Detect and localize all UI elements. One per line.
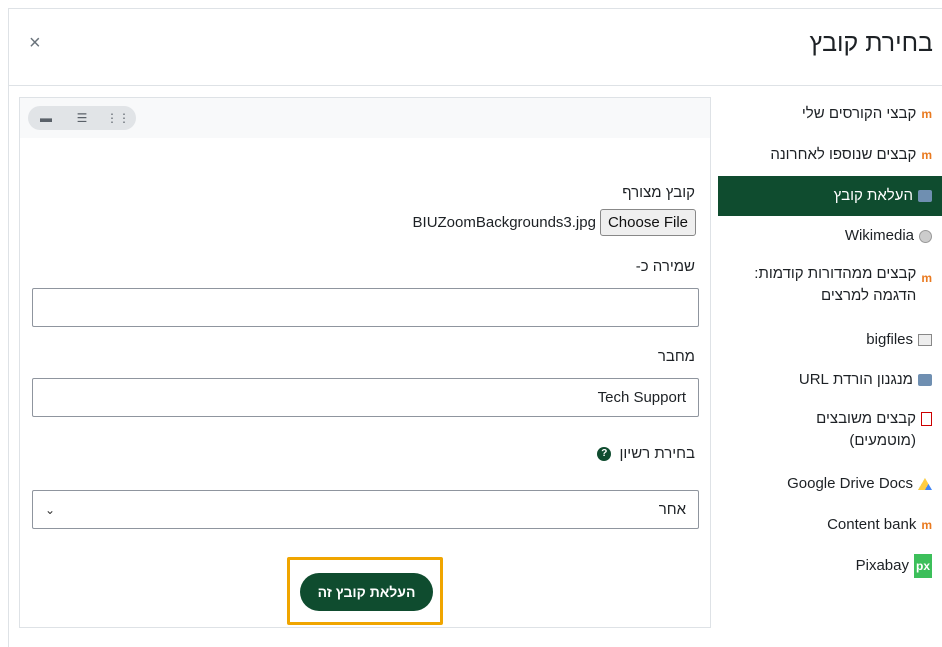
view-switcher: ▬ ☰ ⋮⋮ [28, 106, 136, 130]
file-picker-dialog: בחירת קובץ × m קבצי הקורסים שלי m קבצים … [8, 8, 942, 647]
sidebar-item-bigfiles[interactable]: bigfiles [718, 320, 942, 360]
close-icon[interactable]: × [29, 33, 41, 53]
sidebar-item-label: קבצים ממהדורות קודמות: הדגמה למרצים [754, 265, 917, 304]
dialog-title: בחירת קובץ [809, 29, 933, 57]
sidebar-item-label: קבצים שנוספו לאחרונה [770, 146, 917, 163]
upload-panel: ▬ ☰ ⋮⋮ קובץ מצורף BIUZoomBackgrounds3.jp… [19, 97, 711, 628]
url-icon [918, 374, 932, 386]
save-as-input[interactable] [32, 288, 699, 327]
sidebar-item-label: bigfiles [866, 331, 913, 348]
attachment-label: קובץ מצורף [622, 184, 695, 201]
save-as-label: שמירה כ- [635, 258, 695, 275]
license-selected-value: אחר [658, 501, 686, 518]
folder-icon [918, 334, 932, 346]
sidebar-item-label: קבצי הקורסים שלי [801, 105, 917, 122]
author-label: מחבר [657, 348, 695, 365]
upload-icon [918, 190, 932, 202]
sidebar-item-label: Wikimedia [844, 227, 914, 244]
help-icon[interactable]: ? [597, 447, 612, 462]
sidebar-item-previous-editions[interactable]: m קבצים ממהדורות קודמות: הדגמה למרצים [718, 256, 942, 320]
folder-view-button[interactable]: ▬ [28, 106, 64, 130]
grid-icon: ⋮⋮ [106, 111, 130, 125]
google-drive-icon [918, 478, 932, 490]
selected-file-name: BIUZoomBackgrounds3.jpg [412, 214, 596, 231]
sidebar-item-google-drive[interactable]: Google Drive Docs [718, 464, 942, 504]
sidebar-item-url-download[interactable]: מנגנון הורדת URL [718, 360, 942, 400]
sidebar-item-label: Google Drive Docs [787, 475, 913, 492]
sidebar-item-wikimedia[interactable]: Wikimedia [718, 216, 942, 256]
moodle-icon: m [921, 107, 932, 121]
dialog-header: בחירת קובץ × [9, 9, 942, 86]
sidebar-item-label: Content bank [827, 516, 917, 533]
sidebar-item-embedded-files[interactable]: קבצים משובצים (מוטמעים) [718, 400, 942, 464]
moodle-icon: m [921, 271, 932, 285]
chevron-down-icon: ⌄ [45, 502, 56, 517]
view-toolbar: ▬ ☰ ⋮⋮ [20, 98, 710, 138]
sidebar-item-label: Pixabay [855, 557, 909, 574]
file-input: BIUZoomBackgrounds3.jpg Choose File [413, 209, 696, 236]
repository-sidebar: m קבצי הקורסים שלי m קבצים שנוספו לאחרונ… [718, 94, 942, 586]
sidebar-item-label: מנגנון הורדת URL [798, 371, 913, 388]
upload-file-button[interactable]: העלאת קובץ זה [300, 573, 433, 611]
sidebar-item-content-bank[interactable]: m Content bank [718, 504, 942, 546]
moodle-icon: m [921, 518, 932, 532]
sidebar-item-recent-files[interactable]: m קבצים שנוספו לאחרונה [718, 134, 942, 176]
list-icon: ☰ [76, 111, 88, 125]
author-input[interactable] [32, 378, 699, 417]
sidebar-item-pixabay[interactable]: px Pixabay [718, 546, 942, 586]
choose-file-button[interactable]: Choose File [599, 209, 696, 236]
pdf-icon [921, 412, 932, 426]
sidebar-item-my-course-files[interactable]: m קבצי הקורסים שלי [718, 94, 942, 134]
license-label: בחירת רשיון [619, 445, 696, 462]
sidebar-item-label: קבצים משובצים (מוטמעים) [816, 410, 916, 449]
folder-icon: ▬ [40, 111, 52, 125]
license-label-row: בחירת רשיון ? [597, 445, 695, 462]
list-view-button[interactable]: ☰ [64, 106, 100, 130]
wikimedia-icon [919, 229, 932, 243]
moodle-icon: m [921, 148, 932, 162]
sidebar-item-upload-file[interactable]: העלאת קובץ [718, 176, 942, 216]
pixabay-icon: px [913, 554, 932, 578]
sidebar-item-label: העלאת קובץ [833, 187, 913, 204]
grid-view-button[interactable]: ⋮⋮ [100, 106, 136, 130]
license-select[interactable]: ⌄ אחר [32, 490, 699, 529]
